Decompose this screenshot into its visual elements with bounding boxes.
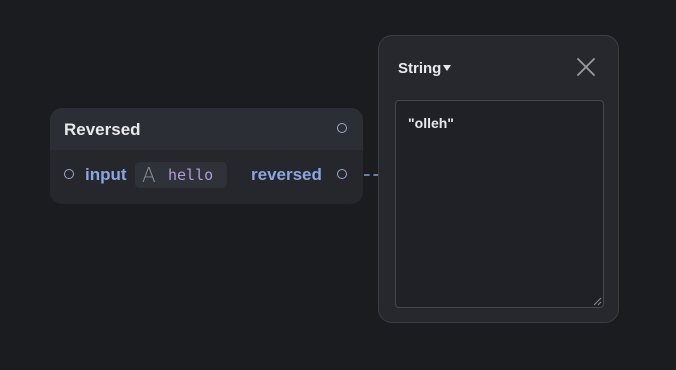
close-button[interactable]	[575, 56, 597, 78]
output-label: reversed	[251, 165, 322, 184]
node-title: Reversed	[64, 120, 141, 139]
graph-canvas[interactable]: Reversed input A hello reversed String "…	[0, 0, 676, 370]
connection-wire	[364, 174, 379, 176]
value-inspector-panel: String "olleh"	[378, 35, 619, 323]
type-dropdown[interactable]: String	[398, 60, 452, 77]
input-label: input	[85, 165, 127, 184]
output-port[interactable]	[337, 169, 347, 179]
type-dropdown-label: String	[398, 60, 442, 77]
value-text: "olleh"	[408, 115, 454, 131]
node-header[interactable]: Reversed	[50, 108, 363, 150]
node-header-port[interactable]	[337, 123, 347, 133]
resize-grip-icon[interactable]	[592, 296, 602, 306]
string-type-icon: A	[142, 163, 156, 187]
input-port[interactable]	[64, 169, 74, 179]
value-textarea[interactable]: "olleh"	[395, 100, 604, 308]
caret-down-icon	[443, 65, 452, 71]
close-icon	[577, 58, 595, 76]
input-value: hello	[168, 166, 214, 184]
input-value-field[interactable]: A hello	[135, 162, 227, 188]
reversed-node[interactable]: Reversed input A hello reversed	[50, 108, 363, 204]
